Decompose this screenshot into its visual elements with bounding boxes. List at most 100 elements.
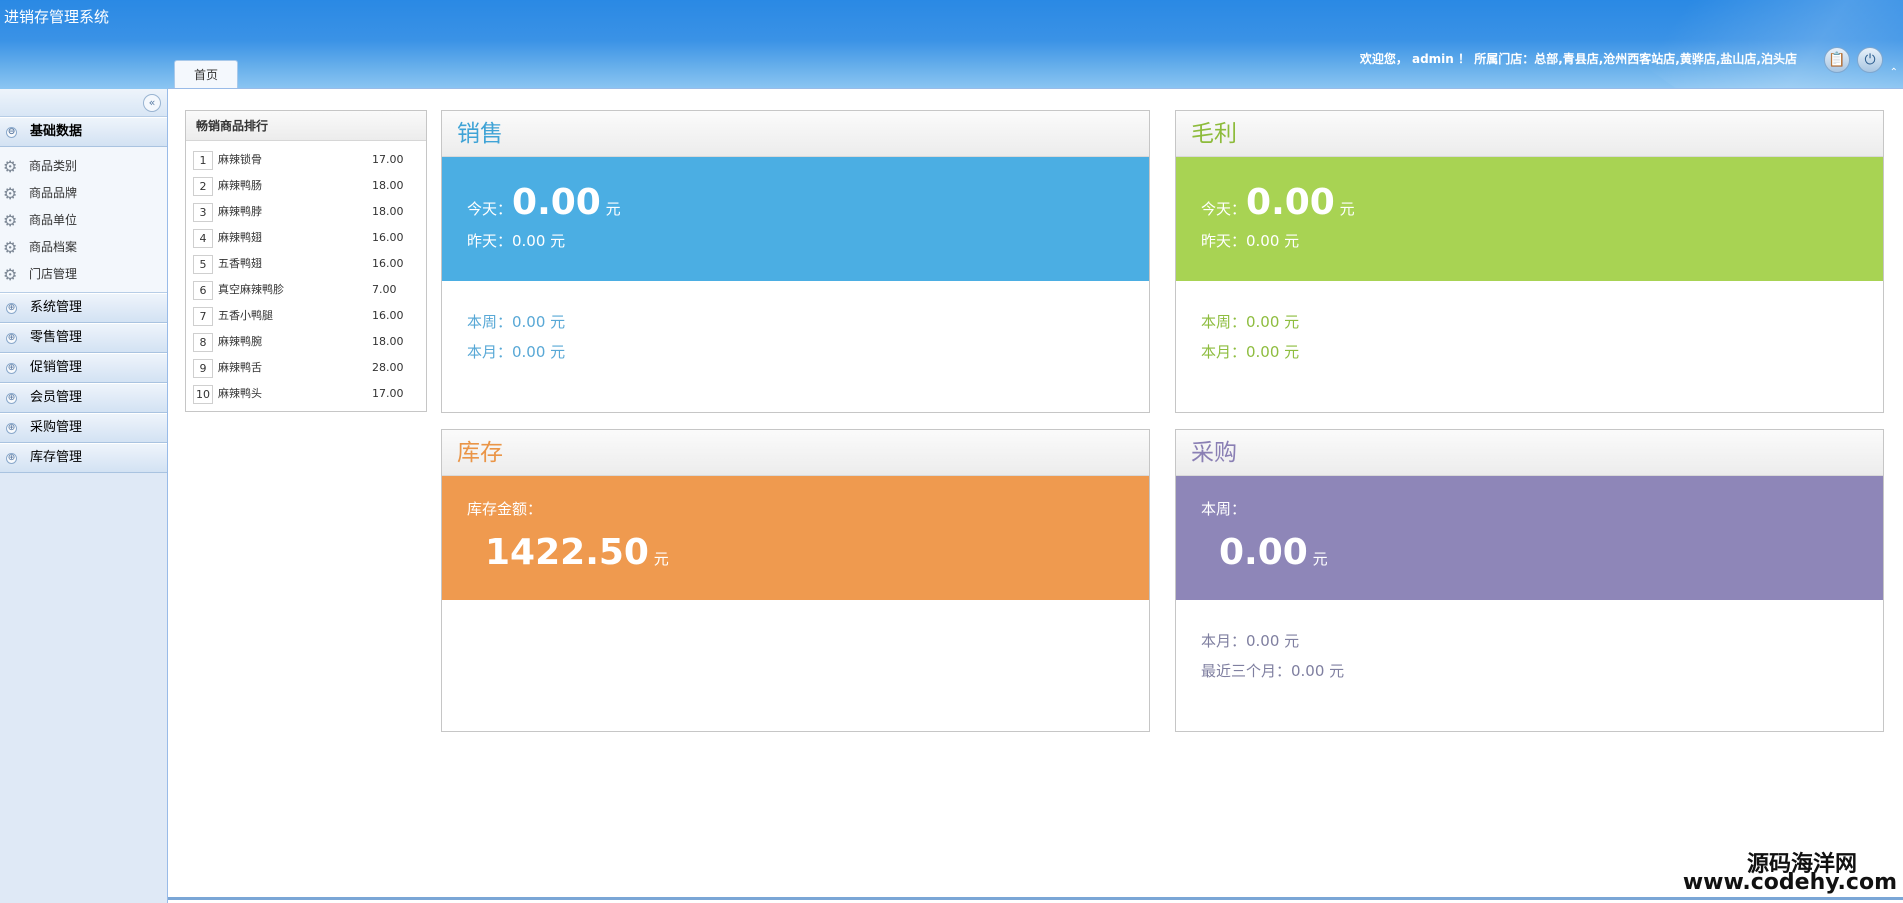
plus-icon: ⊕ [6,333,17,344]
power-icon[interactable]: ⏻ [1857,47,1883,73]
gear-icon: ⚙ [3,211,18,230]
product-name: 麻辣鸭舌 [218,361,262,374]
unit-label: 元 [1339,200,1355,218]
plus-icon: ⊕ [6,453,17,464]
sidebar-item-brand[interactable]: ⚙ 商品品牌 [0,180,167,207]
stock-amount-label: 库存金额： [467,500,543,518]
week-value: 本周：0.00 元 [1201,313,1300,331]
gear-icon: ⚙ [3,157,18,176]
product-price: 17.00 [372,153,404,166]
profit-details: 本周：0.00 元 本月：0.00 元 [1176,281,1883,412]
stock-amount-row: 1422.50 元 [485,532,669,573]
profit-card: 毛利 今天：0.00 元 昨天：0.00 元 本周：0.00 元 本月：0.00… [1175,110,1884,413]
tab-home[interactable]: 首页 [174,60,238,89]
sidebar-group-label: 会员管理 [30,390,83,405]
gear-icon: ⚙ [3,184,18,203]
sidebar-item-label: 商品档案 [29,240,78,254]
list-item: 6 真空麻辣鸭胗 7.00 [186,277,426,303]
list-item: 9 麻辣鸭舌 28.00 [186,355,426,381]
sales-summary-band: 今天：0.00 元 昨天：0.00 元 [442,157,1149,281]
header-decoration [1643,0,1903,89]
product-price: 16.00 [372,309,404,322]
rank-badge: 7 [193,307,213,326]
watermark-url: www.codehy.com [1682,870,1897,895]
rank-badge: 8 [193,333,213,352]
product-name: 麻辣鸭翅 [218,231,262,244]
sidebar-group-inventory[interactable]: ⊕ 库存管理 [0,443,167,473]
product-price: 18.00 [372,179,404,192]
collapse-header-icon[interactable]: ⌃ [1890,67,1898,78]
product-name: 麻辣鸭脖 [218,205,262,218]
list-item: 1 麻辣锁骨 17.00 [186,147,426,173]
product-price: 17.00 [372,387,404,400]
stock-amount-value: 1422.50 [485,532,649,573]
product-name: 麻辣鸭肠 [218,179,262,192]
welcome-text: 欢迎您， admin ！ 所属门店：总部,青县店,沧州西客站店,黄骅店,盐山店,… [1359,52,1797,66]
week-row: 0.00 元 [1219,532,1328,573]
card-title: 采购 [1176,430,1883,476]
purchase-summary-band: 本周： 0.00 元 [1176,476,1883,600]
clipboard-icon[interactable]: 📋 [1824,47,1850,73]
plus-icon: ⊕ [6,393,17,404]
month-value: 本月：0.00 元 [1201,343,1300,361]
sidebar-group-label: 采购管理 [30,420,83,435]
week-label: 本周： [1201,500,1247,518]
plus-icon: ⊕ [6,363,17,374]
sidebar: « ⊖ 基础数据 ⚙ 商品类别 ⚙ 商品品牌 ⚙ 商品单位 ⚙ 商品档案 ⚙ 门店管理 ⊕… [0,89,168,903]
card-title: 毛利 [1176,111,1883,157]
product-name: 麻辣鸭腕 [218,335,262,348]
unit-label: 元 [605,200,621,218]
product-price: 16.00 [372,257,404,270]
sidebar-item-unit[interactable]: ⚙ 商品单位 [0,207,167,234]
sidebar-item-label: 商品品牌 [29,186,78,200]
today-row: 今天：0.00 元 [467,182,621,223]
today-row: 今天：0.00 元 [1201,182,1355,223]
sidebar-group-purchase[interactable]: ⊕ 采购管理 [0,413,167,443]
stock-summary-band: 库存金额： 1422.50 元 [442,476,1149,600]
sidebar-item-label: 商品单位 [29,213,78,227]
card-title: 销售 [442,111,1149,157]
list-item: 3 麻辣鸭脖 18.00 [186,199,426,225]
product-name: 麻辣锁骨 [218,153,262,166]
purchase-details: 本月：0.00 元 最近三个月：0.00 元 [1176,600,1883,731]
product-name: 五香鸭翅 [218,257,262,270]
today-value: 0.00 [1246,182,1335,223]
unit-label: 元 [653,550,669,568]
stock-card: 库存 库存金额： 1422.50 元 [441,429,1150,732]
product-price: 28.00 [372,361,404,374]
week-value: 0.00 [1219,532,1308,573]
card-title: 库存 [442,430,1149,476]
gear-icon: ⚙ [3,238,18,257]
sidebar-group-label: 库存管理 [30,450,83,465]
sidebar-group-retail[interactable]: ⊕ 零售管理 [0,323,167,353]
sidebar-group-member[interactable]: ⊕ 会员管理 [0,383,167,413]
product-price: 7.00 [372,283,397,296]
unit-label: 元 [1312,550,1328,568]
sidebar-item-archive[interactable]: ⚙ 商品档案 [0,234,167,261]
profit-summary-band: 今天：0.00 元 昨天：0.00 元 [1176,157,1883,281]
yesterday-value: 昨天：0.00 元 [467,232,566,250]
list-item: 7 五香小鸭腿 16.00 [186,303,426,329]
sidebar-item-category[interactable]: ⚙ 商品类别 [0,153,167,180]
collapse-sidebar-icon[interactable]: « [143,94,161,112]
plus-icon: ⊕ [6,423,17,434]
hot-products-panel: 畅销商品排行 1 麻辣锁骨 17.00 2 麻辣鸭肠 18.00 3 麻辣鸭脖 18.00 … [185,110,427,412]
sidebar-group-label: 基础数据 [30,124,83,139]
top-header: 进销存管理系统 欢迎您， admin ！ 所属门店：总部,青县店,沧州西客站店,… [0,0,1903,89]
sidebar-group-promotion[interactable]: ⊕ 促销管理 [0,353,167,383]
product-name: 五香小鸭腿 [218,309,273,322]
week-value: 本周：0.00 元 [467,313,566,331]
purchase-card: 采购 本周： 0.00 元 本月：0.00 元 最近三个月：0.00 元 [1175,429,1884,732]
sidebar-item-store[interactable]: ⚙ 门店管理 [0,261,167,288]
sidebar-toolbar: « [0,89,167,117]
bottom-divider [168,897,1903,900]
sidebar-group-basic-data[interactable]: ⊖ 基础数据 [0,117,167,147]
product-price: 18.00 [372,205,404,218]
app-title: 进销存管理系统 [4,8,110,26]
sidebar-group-system[interactable]: ⊕ 系统管理 [0,293,167,323]
yesterday-value: 昨天：0.00 元 [1201,232,1300,250]
sidebar-group-label: 系统管理 [30,300,83,315]
rank-badge: 1 [193,151,213,170]
month-value: 本月：0.00 元 [1201,632,1300,650]
hot-products-list: 1 麻辣锁骨 17.00 2 麻辣鸭肠 18.00 3 麻辣鸭脖 18.00 4 麻辣鸭翅 16… [186,141,426,407]
